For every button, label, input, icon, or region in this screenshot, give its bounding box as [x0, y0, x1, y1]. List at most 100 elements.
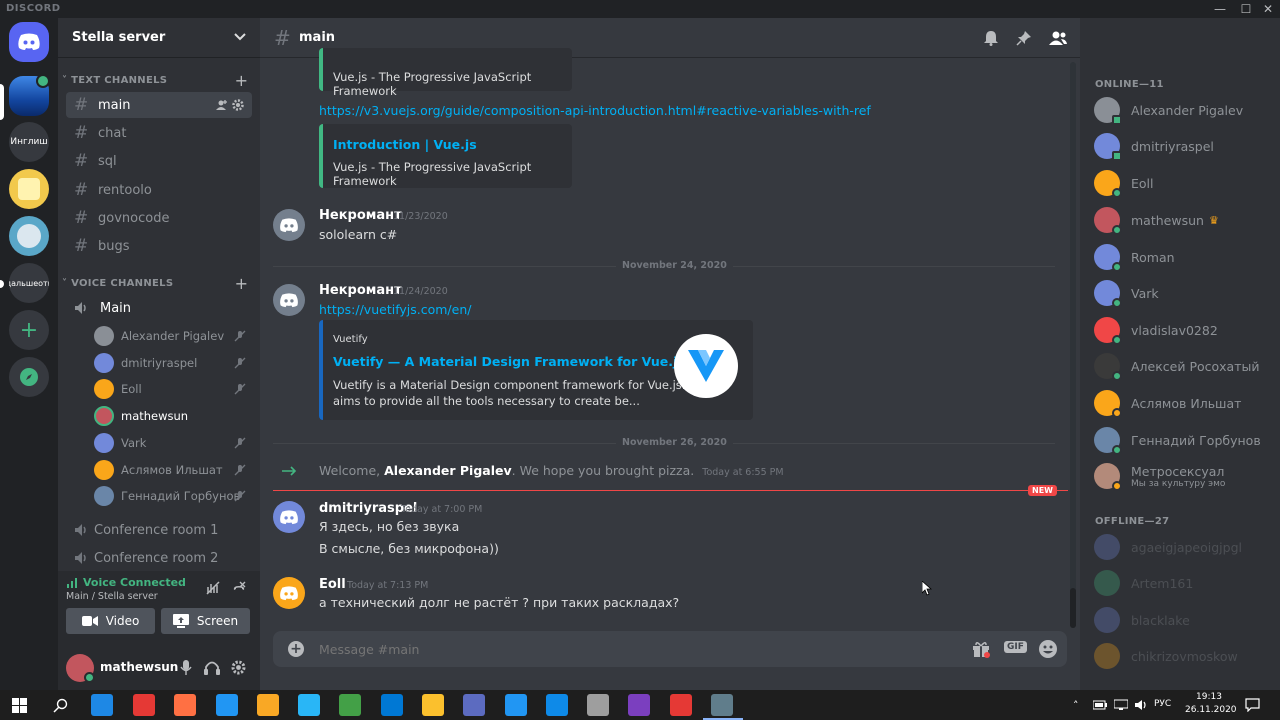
maximize-button[interactable]: ☐	[1234, 1, 1258, 17]
server-inglish[interactable]: Инглиш	[9, 122, 49, 162]
member-item[interactable]: vladislav0282	[1094, 314, 1274, 346]
home-button[interactable]	[9, 22, 49, 62]
member-item[interactable]: dmitriyraspel	[1094, 130, 1274, 162]
gif-button[interactable]: GIF	[1004, 641, 1027, 653]
taskbar-app-icon[interactable]	[216, 694, 238, 716]
message-author[interactable]: Некромант	[319, 208, 402, 223]
taskbar-app-icon[interactable]	[174, 694, 196, 716]
member-item[interactable]: Алексей Росохатый	[1094, 350, 1274, 382]
taskbar-app-icon[interactable]	[546, 694, 568, 716]
taskbar-search-icon[interactable]	[53, 698, 68, 713]
channel-rentoolo[interactable]: # rentoolo	[66, 177, 252, 203]
taskbar-app-icon[interactable]	[133, 694, 155, 716]
windows-start-icon[interactable]	[12, 698, 27, 713]
taskbar-app-icon[interactable]	[587, 694, 609, 716]
message-link[interactable]: https://v3.vuejs.org/guide/composition-a…	[319, 103, 871, 118]
member-item[interactable]: Геннадий Горбунов	[1094, 424, 1274, 456]
member-item[interactable]: Метросексуал Мы за культуру эмо	[1094, 460, 1274, 492]
clock-time[interactable]: 19:13	[1196, 692, 1222, 702]
vuetify-logo[interactable]	[674, 334, 738, 398]
avatar[interactable]	[273, 284, 305, 316]
taskbar-app-icon[interactable]	[257, 694, 279, 716]
server-yellow[interactable]	[9, 169, 49, 209]
taskbar-app-icon[interactable]	[339, 694, 361, 716]
voice-user[interactable]: Eoll	[94, 377, 252, 401]
pin-icon[interactable]	[1016, 30, 1032, 46]
member-item[interactable]: Vark	[1094, 277, 1274, 309]
chat-scrollbar-track[interactable]	[1070, 62, 1076, 628]
taskbar-app-icon[interactable]	[463, 694, 485, 716]
member-item[interactable]: Eoll	[1094, 167, 1274, 199]
taskbar-app-icon[interactable]	[670, 694, 692, 716]
video-button[interactable]: Video	[66, 608, 155, 634]
voice-user[interactable]: Alexander Pigalev	[94, 324, 252, 348]
screen-share-button[interactable]: Screen	[161, 608, 250, 634]
voice-location[interactable]: Main / Stella server	[66, 591, 158, 602]
current-username[interactable]: mathewsun	[100, 660, 178, 674]
voice-channel-main[interactable]: Main	[66, 295, 252, 321]
channel-bugs[interactable]: # bugs	[66, 233, 252, 259]
clock-date[interactable]: 26.11.2020	[1185, 705, 1237, 715]
avatar[interactable]	[273, 209, 305, 241]
taskbar-app-icon[interactable]	[298, 694, 320, 716]
taskbar-app-icon[interactable]	[628, 694, 650, 716]
disconnect-icon[interactable]	[232, 581, 246, 595]
gift-icon[interactable]	[972, 640, 990, 658]
noise-suppression-icon[interactable]	[206, 581, 220, 595]
taskbar-app-icon[interactable]	[381, 694, 403, 716]
headphones-icon[interactable]	[204, 660, 220, 675]
explore-servers-button[interactable]	[9, 357, 49, 397]
embed-title[interactable]: Introduction | Vue.js	[333, 137, 477, 152]
voice-user[interactable]: Аслямов Ильшат	[94, 458, 252, 482]
voice-user[interactable]: mathewsun	[94, 404, 252, 428]
add-server-button[interactable]: +	[9, 310, 49, 350]
notifications-icon[interactable]	[1245, 698, 1260, 712]
message-input[interactable]	[319, 639, 959, 659]
gear-icon[interactable]	[232, 99, 244, 111]
chat-scrollbar-thumb[interactable]	[1070, 588, 1076, 628]
channel-main[interactable]: # main	[66, 92, 252, 118]
avatar[interactable]	[273, 577, 305, 609]
text-channels-category[interactable]: ˅ TEXT CHANNELS	[62, 75, 167, 86]
server-dalshe[interactable]: дальшеоть	[9, 263, 49, 303]
attach-plus-icon[interactable]: +	[288, 641, 304, 657]
member-item[interactable]: chikrizovmoskow	[1094, 640, 1274, 672]
invite-icon[interactable]	[216, 99, 228, 111]
bell-icon[interactable]	[983, 30, 999, 46]
server-portrait[interactable]	[9, 216, 49, 256]
member-item[interactable]: Аслямов Ильшат	[1094, 387, 1274, 419]
create-text-channel-icon[interactable]: +	[235, 73, 248, 89]
avatar[interactable]	[273, 501, 305, 533]
battery-icon[interactable]	[1093, 700, 1107, 710]
voice-channel-conference-2[interactable]: Conference room 2	[66, 545, 252, 571]
channel-chat[interactable]: # chat	[66, 120, 252, 146]
voice-user[interactable]: Vark	[94, 431, 252, 455]
member-item[interactable]: Alexander Pigalev	[1094, 94, 1274, 126]
channel-govnocode[interactable]: # govnocode	[66, 205, 252, 231]
message-author[interactable]: Eoll	[319, 577, 346, 592]
member-list-icon[interactable]	[1048, 30, 1068, 46]
taskbar-app-icon[interactable]	[91, 694, 113, 716]
user-settings-gear-icon[interactable]	[231, 660, 246, 675]
volume-icon[interactable]	[1134, 699, 1148, 711]
welcome-user[interactable]: Alexander Pigalev	[384, 463, 512, 478]
member-item[interactable]: Artem161	[1094, 567, 1274, 599]
member-item[interactable]: agaeigjapeoigjpgl	[1094, 531, 1274, 563]
taskbar-app-icon[interactable]	[711, 694, 733, 716]
network-icon[interactable]	[1114, 699, 1128, 711]
member-item[interactable]: Roman	[1094, 241, 1274, 273]
language-indicator[interactable]: РУС	[1154, 699, 1171, 709]
voice-user[interactable]: Геннадий Горбунов	[94, 484, 252, 508]
close-button[interactable]: ✕	[1256, 1, 1280, 17]
taskbar-app-icon[interactable]	[505, 694, 527, 716]
voice-connected-label[interactable]: Voice Connected	[83, 576, 186, 589]
voice-channels-category[interactable]: ˅ VOICE CHANNELS	[62, 278, 173, 289]
message-author[interactable]: Некромант	[319, 283, 402, 298]
channel-sql[interactable]: # sql	[66, 148, 252, 174]
embed-title[interactable]: Vuetify — A Material Design Framework fo…	[333, 354, 685, 369]
voice-user[interactable]: dmitriyraspel	[94, 351, 252, 375]
server-header[interactable]: Stella server	[58, 18, 260, 58]
minimize-button[interactable]: —	[1208, 1, 1232, 17]
member-item[interactable]: blacklake	[1094, 604, 1274, 636]
message-link[interactable]: https://vuetifyjs.com/en/	[319, 302, 471, 317]
